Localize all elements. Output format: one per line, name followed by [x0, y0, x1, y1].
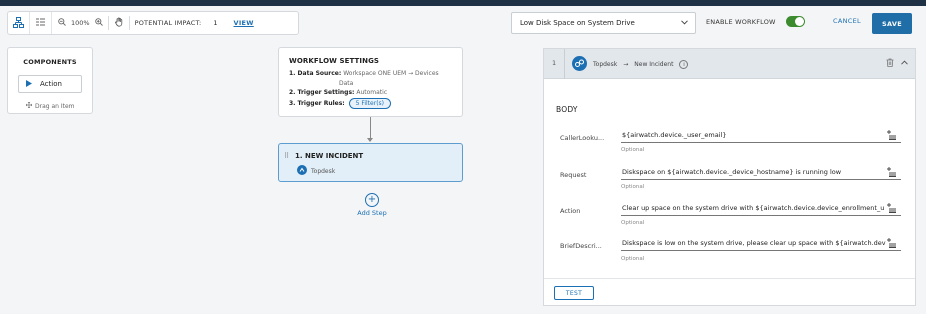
step-detail-header[interactable]: 1 Topdesk → New Incident i	[544, 49, 915, 79]
action-component-label: Action	[40, 80, 62, 88]
zoom-level: 100%	[71, 19, 90, 27]
field-input-caller-lookup[interactable]: ${airwatch.device._user_email}	[621, 131, 901, 143]
data-source-label: 1. Data Source:	[289, 70, 342, 77]
action-component[interactable]: Action	[18, 75, 82, 93]
field-label-caller-lookup: CallerLooku...	[560, 134, 605, 142]
step-breadcrumb: Topdesk → New Incident i	[593, 60, 689, 69]
insert-variable-icon[interactable]	[885, 238, 897, 250]
components-panel: COMPONENTS Action Drag an Item	[7, 47, 93, 114]
workflow-view-icon	[13, 16, 24, 30]
workflow-view-button[interactable]	[8, 12, 30, 34]
action-name: New Incident	[634, 61, 674, 68]
workflow-name-value: Low Disk Space on System Drive	[520, 19, 635, 27]
topdesk-logo-icon	[297, 165, 307, 177]
flow-connector-arrow	[367, 138, 373, 142]
field-optional-hint: Optional	[621, 184, 645, 190]
drag-handle-icon	[25, 101, 33, 110]
insert-variable-icon[interactable]	[885, 130, 897, 142]
view-impact-link[interactable]: VIEW	[233, 19, 253, 27]
info-icon[interactable]: i	[679, 60, 689, 69]
save-button[interactable]: SAVE	[872, 13, 912, 34]
toggle-knob	[795, 17, 804, 26]
insert-variable-icon[interactable]	[885, 203, 897, 215]
trigger-settings-value: Automatic	[356, 89, 388, 96]
body-section-title: BODY	[556, 105, 578, 114]
topdesk-logo-icon	[572, 56, 587, 73]
cancel-button[interactable]: CANCEL	[833, 17, 861, 25]
zoom-in-icon[interactable]	[94, 18, 103, 28]
enable-workflow-toggle[interactable]	[786, 16, 805, 27]
trigger-rules-row: 3. Trigger Rules: 5 Filter(s)	[289, 98, 452, 109]
field-optional-hint: Optional	[621, 256, 645, 262]
data-source-value: Workspace ONE UEM → Devices	[343, 70, 439, 77]
add-step-button[interactable]: + Add Step	[355, 193, 389, 217]
add-step-label: Add Step	[357, 209, 387, 217]
drag-handle-icon[interactable]: ⠿	[284, 152, 289, 160]
drag-hint: Drag an Item	[25, 101, 75, 110]
step-number: 1	[552, 59, 557, 67]
field-optional-hint: Optional	[621, 147, 645, 153]
step-title: 1. NEW INCIDENT	[295, 152, 364, 160]
step-card-new-incident[interactable]: ⠿ 1. NEW INCIDENT Topdesk	[278, 143, 463, 182]
field-input-brief-description[interactable]: Diskspace is low on the system drive, pl…	[621, 239, 901, 251]
breadcrumb-arrow: →	[623, 61, 629, 68]
toolbar-divider	[128, 16, 130, 30]
data-source-value-cont: Data	[339, 80, 354, 87]
add-circle-icon: +	[365, 193, 379, 207]
panel-divider	[544, 278, 915, 279]
potential-impact-label: POTENTIAL IMPACT:	[134, 19, 202, 27]
potential-impact-count: 1	[213, 19, 218, 27]
header-divider	[564, 49, 565, 79]
trigger-rules-label: 3. Trigger Rules:	[289, 100, 345, 107]
list-view-icon	[35, 17, 46, 30]
pan-hand-icon[interactable]	[114, 17, 124, 29]
connector-name: Topdesk	[593, 61, 618, 68]
list-view-button[interactable]	[30, 12, 52, 34]
trigger-rules-badge[interactable]: 5 Filter(s)	[348, 98, 392, 109]
workflow-name-select[interactable]: Low Disk Space on System Drive	[511, 12, 696, 34]
zoom-controls: 100%	[52, 18, 103, 28]
chevron-down-icon	[681, 19, 688, 27]
play-icon	[26, 79, 32, 89]
workflow-settings-title: WORKFLOW SETTINGS	[289, 57, 380, 65]
field-label-brief-description: BriefDescri...	[560, 242, 602, 250]
insert-variable-icon[interactable]	[885, 167, 897, 179]
field-label-request: Request	[560, 171, 587, 179]
field-label-action: Action	[560, 207, 581, 215]
field-input-request[interactable]: Diskspace on ${airwatch.device._device_h…	[621, 168, 901, 180]
chevron-up-icon[interactable]	[901, 59, 908, 67]
toolbar-divider	[107, 16, 109, 30]
enable-workflow-label: ENABLE WORKFLOW	[706, 18, 776, 26]
workflow-settings-card[interactable]: WORKFLOW SETTINGS 1. Data Source: Worksp…	[278, 47, 463, 117]
trigger-settings-label: 2. Trigger Settings:	[289, 89, 355, 96]
step-detail-panel: 1 Topdesk → New Incident i BODY CallerLo…	[543, 48, 916, 306]
canvas-toolbar: 100% POTENTIAL IMPACT: 1 VIEW	[7, 11, 299, 35]
test-button[interactable]: TEST	[554, 286, 594, 300]
field-optional-hint: Optional	[621, 220, 645, 226]
step-source-label: Topdesk	[311, 167, 336, 175]
trash-icon[interactable]	[886, 58, 894, 69]
components-title: COMPONENTS	[23, 58, 77, 66]
trigger-settings-row: 2. Trigger Settings: Automatic	[289, 88, 452, 98]
step-source: Topdesk	[297, 165, 335, 177]
field-input-action[interactable]: Clear up space on the system drive with …	[621, 204, 901, 216]
app-top-bar	[0, 0, 926, 6]
data-source-row: 1. Data Source: Workspace ONE UEM → Devi…	[289, 69, 452, 88]
zoom-out-icon[interactable]	[58, 18, 66, 28]
drag-hint-label: Drag an Item	[35, 102, 75, 110]
